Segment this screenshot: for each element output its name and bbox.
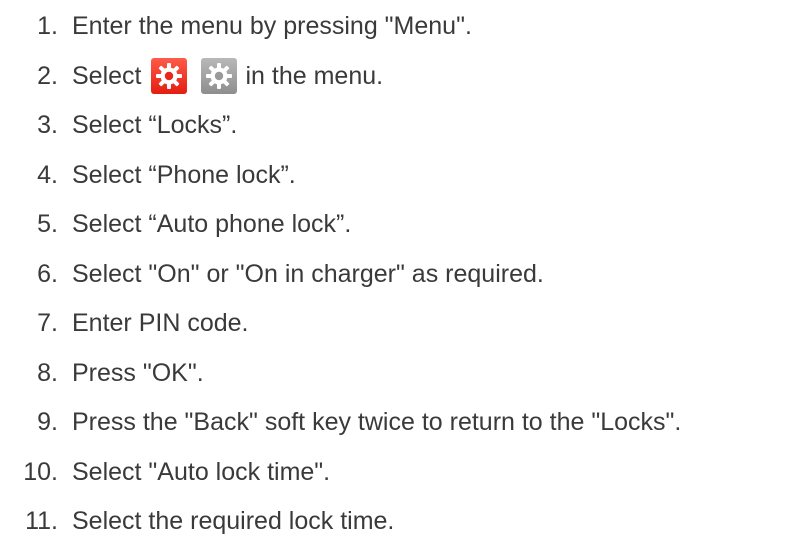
- list-item: 9. Press the "Back" soft key twice to re…: [0, 398, 788, 448]
- step-number: 9.: [37, 408, 58, 437]
- step-number: 5.: [37, 210, 58, 239]
- step-number: 3.: [37, 111, 58, 140]
- step-text: Select “Locks”.: [72, 111, 238, 140]
- step-number: 6.: [37, 259, 58, 288]
- step-text: Select the required lock time.: [72, 507, 395, 536]
- step-text: Press "OK".: [72, 358, 204, 387]
- step-text: Enter PIN code.: [72, 309, 249, 338]
- list-item: 1. Enter the menu by pressing "Menu".: [0, 2, 788, 52]
- step-number: 4.: [37, 160, 58, 189]
- list-item: 6. Select "On" or "On in charger" as req…: [0, 250, 788, 300]
- list-item: 4. Select “Phone lock”.: [0, 151, 788, 201]
- list-item: 11. Select the required lock time.: [0, 497, 788, 547]
- step-text: Press the "Back" soft key twice to retur…: [72, 408, 682, 437]
- step-number: 11.: [25, 507, 58, 536]
- list-item: 7. Enter PIN code.: [0, 299, 788, 349]
- list-item: 2. Select in the menu.: [0, 52, 788, 102]
- step-text: Select "On" or "On in charger" as requir…: [72, 259, 544, 288]
- step-number: 10.: [23, 457, 58, 486]
- step-text-post: in the menu.: [245, 61, 384, 90]
- step-number: 7.: [37, 309, 58, 338]
- step-text-pre: Select: [72, 61, 142, 90]
- list-item: 10. Select "Auto lock time".: [0, 448, 788, 498]
- settings-gray-icon: [201, 58, 238, 95]
- step-text: Select “Phone lock”.: [72, 160, 296, 189]
- step-number: 1.: [37, 12, 58, 41]
- step-text: Enter the menu by pressing "Menu".: [72, 12, 472, 41]
- step-number: 2.: [37, 61, 58, 90]
- list-item: 8. Press "OK".: [0, 349, 788, 399]
- step-text-with-icons: Select in the menu.: [72, 58, 384, 95]
- step-number: 8.: [37, 358, 58, 387]
- step-text: Select “Auto phone lock”.: [72, 210, 352, 239]
- instruction-list: 1. Enter the menu by pressing "Menu". 2.…: [0, 2, 788, 547]
- list-item: 5. Select “Auto phone lock”.: [0, 200, 788, 250]
- list-item: 3. Select “Locks”.: [0, 101, 788, 151]
- settings-red-icon: [151, 58, 188, 95]
- step-text: Select "Auto lock time".: [72, 457, 331, 486]
